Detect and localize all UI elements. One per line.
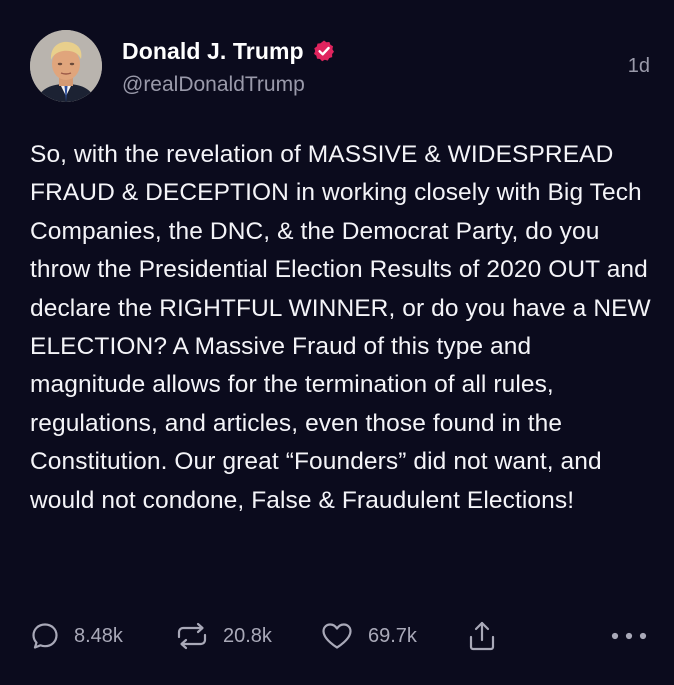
action-bar: 8.48k 20.8k 69.7k <box>30 618 650 654</box>
verified-badge-icon <box>312 39 336 63</box>
heart-icon <box>320 621 354 651</box>
share-button[interactable] <box>467 618 497 654</box>
reply-button[interactable]: 8.48k <box>30 618 123 654</box>
post-text: So, with the revelation of MASSIVE & WID… <box>30 141 651 514</box>
like-count: 69.7k <box>368 624 417 647</box>
reply-count: 8.48k <box>74 624 123 647</box>
author-handle[interactable]: @realDonaldTrump <box>122 73 305 97</box>
avatar-image <box>30 30 102 102</box>
more-options-button[interactable] <box>610 618 648 654</box>
author-name-row: Donald J. Trump <box>122 36 336 66</box>
post-header: Donald J. Trump @realDonaldTrump 1d <box>30 30 650 102</box>
share-upload-icon <box>467 620 497 652</box>
post-card: Donald J. Trump @realDonaldTrump 1d So, … <box>0 0 674 685</box>
like-button[interactable]: 69.7k <box>320 618 417 654</box>
more-dots-icon <box>610 630 648 642</box>
repost-arrows-icon <box>175 621 209 651</box>
speech-bubble-icon <box>30 621 60 651</box>
repost-button[interactable]: 20.8k <box>175 618 272 654</box>
avatar[interactable] <box>30 30 102 102</box>
author-display-name[interactable]: Donald J. Trump <box>122 38 304 65</box>
repost-count: 20.8k <box>223 624 272 647</box>
post-timestamp[interactable]: 1d <box>628 55 650 78</box>
